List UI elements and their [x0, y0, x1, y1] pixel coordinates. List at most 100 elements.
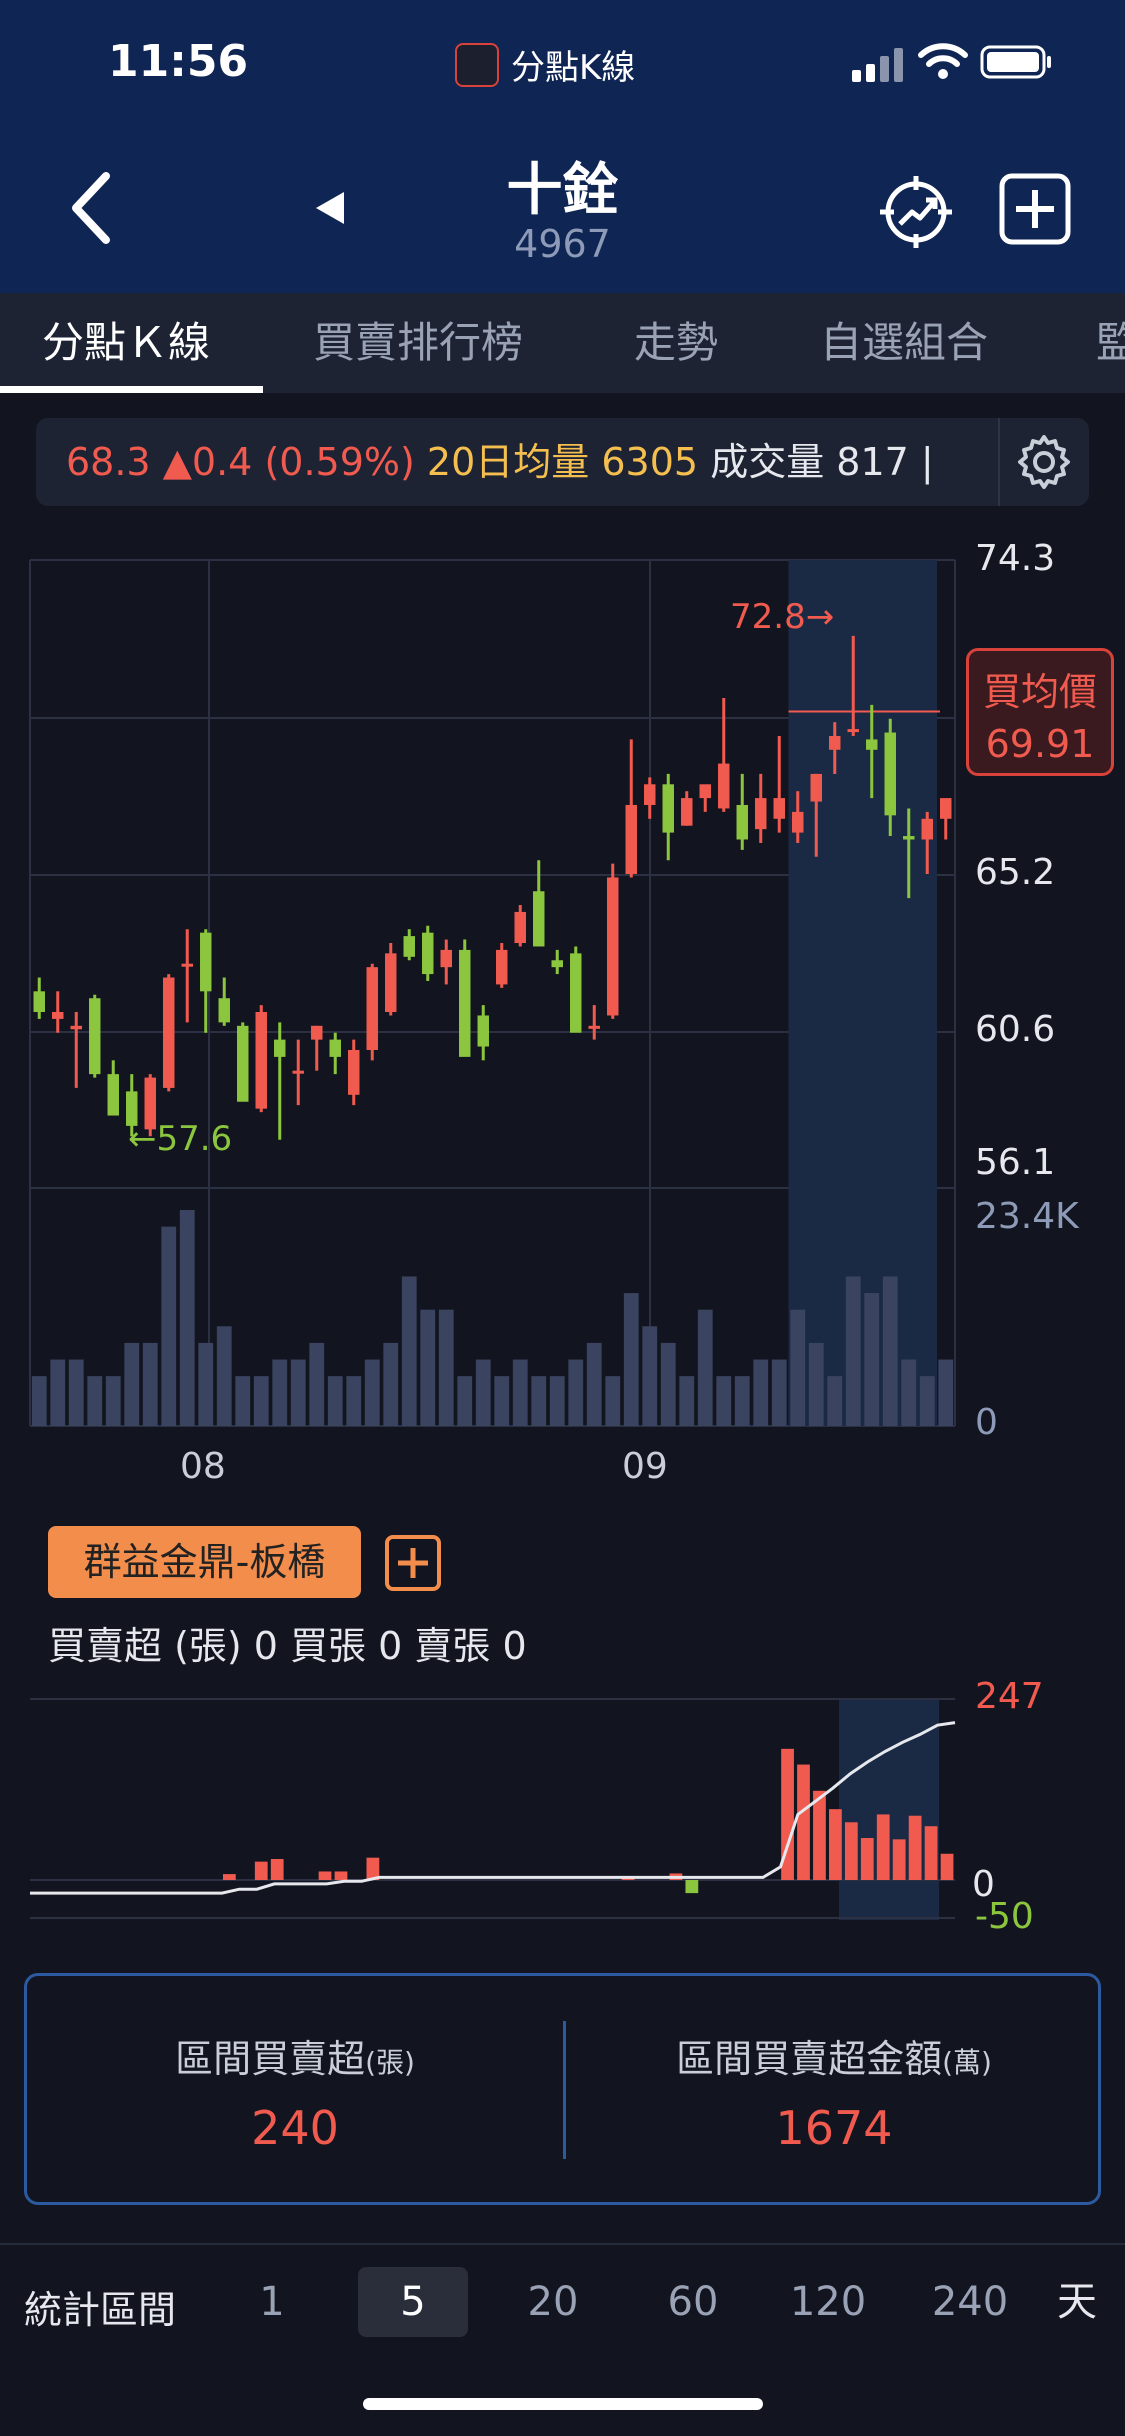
back-icon[interactable]: [64, 170, 120, 246]
avg-volume-value: 6305: [601, 440, 699, 484]
candle-body: [588, 1025, 600, 1029]
volume-tick-zero: 0: [975, 1402, 998, 1443]
add-to-watchlist-icon[interactable]: [998, 172, 1072, 246]
candle-body: [477, 1015, 489, 1047]
volume-bar: [124, 1342, 140, 1426]
volume-bar: [808, 1342, 824, 1426]
volume-bar: [179, 1210, 195, 1426]
candle-body: [718, 763, 730, 809]
broker-selector[interactable]: 群益金鼎-板橋: [48, 1526, 361, 1598]
volume-bar: [790, 1309, 806, 1426]
volume-bar: [475, 1359, 491, 1426]
candlestick-chart[interactable]: 74.3 65.2 60.6 56.1 23.4K 0 08 09 72.8→ …: [0, 540, 1125, 1520]
candle-body: [33, 991, 45, 1013]
candle-body: [385, 953, 397, 1013]
candle-body: [218, 998, 230, 1023]
period-option-240[interactable]: 240: [915, 2267, 1025, 2337]
net-bar: [924, 1826, 938, 1880]
volume-tick-max: 23.4K: [975, 1196, 1080, 1237]
volume-bar: [142, 1342, 158, 1426]
candle-body: [921, 818, 933, 840]
net-bar: [685, 1880, 699, 1894]
net-bar: [940, 1853, 954, 1880]
interval-amount-label: 區間買賣超金額(萬): [566, 2028, 1102, 2083]
volume-bar: [568, 1359, 584, 1426]
price-tick-mid-high: 65.2: [975, 852, 1055, 893]
candle-body: [292, 1070, 304, 1074]
volume-bar: [586, 1342, 602, 1426]
signal-icon: [852, 48, 903, 82]
candle-body: [274, 1039, 286, 1057]
candle-body: [329, 1039, 341, 1057]
gear-icon[interactable]: [1015, 433, 1073, 491]
volume-bar: [605, 1376, 621, 1426]
interval-summary-card: 區間買賣超(張) 240 區間買賣超金額(萬) 1674: [24, 1973, 1101, 2205]
volume-bar: [327, 1376, 343, 1426]
candle-body: [255, 1012, 267, 1109]
broker-net-chart[interactable]: 247 0 -50: [0, 1680, 1125, 1940]
add-broker-icon[interactable]: [384, 1534, 442, 1592]
net-bar: [876, 1814, 890, 1880]
volume-bar: [31, 1376, 47, 1426]
candle-body: [644, 784, 656, 805]
home-indicator: [363, 2398, 763, 2410]
volume-bar: [938, 1359, 954, 1426]
candle-body: [551, 960, 563, 968]
net-bar: [892, 1839, 906, 1880]
volume-bar: [642, 1326, 658, 1426]
avg-price-label: 買均價: [982, 670, 1097, 714]
quote-change: ▲0.4: [162, 440, 253, 484]
period-label: 統計區間: [24, 2288, 177, 2332]
interval-amount-unit: (萬): [942, 2046, 992, 2079]
volume-bar: [549, 1376, 565, 1426]
net-bar: [254, 1861, 268, 1880]
interval-net-unit: (張): [365, 2046, 415, 2079]
tab-branch-kline[interactable]: 分點Ｋ線: [42, 293, 210, 393]
volume-bar: [438, 1309, 454, 1426]
candle-body: [70, 1025, 82, 1030]
volume-bar: [216, 1326, 232, 1426]
candle-body: [440, 949, 452, 968]
candle-body: [903, 836, 915, 840]
candle-body: [829, 735, 841, 750]
candle-body: [107, 1074, 119, 1116]
volume-bar: [309, 1342, 325, 1426]
candle-body: [311, 1025, 323, 1040]
period-option-60[interactable]: 60: [638, 2267, 748, 2337]
volume-bar: [679, 1376, 695, 1426]
candle-body: [89, 998, 101, 1075]
candle-body: [847, 729, 859, 733]
tab-monitor[interactable]: 監: [1096, 293, 1125, 393]
crosshair-chart-icon[interactable]: [876, 172, 956, 252]
tab-ranking[interactable]: 買賣排行榜: [313, 293, 523, 393]
period-option-5[interactable]: 5: [358, 2267, 468, 2337]
volume-bar: [50, 1359, 66, 1426]
interval-amount-value: 1674: [775, 2101, 893, 2155]
x-tick-08: 08: [180, 1446, 226, 1487]
quote-separator: |: [920, 440, 934, 484]
status-app-name: 分點K線: [511, 48, 636, 88]
net-bar: [222, 1874, 236, 1880]
candle-body: [607, 877, 619, 1016]
price-tick-high: 74.3: [975, 540, 1055, 579]
candle-body: [52, 1012, 64, 1019]
volume-bar: [771, 1359, 787, 1426]
avg-price-value: 69.91: [985, 722, 1095, 766]
previous-stock-icon[interactable]: [312, 188, 348, 228]
volume-bar: [364, 1359, 380, 1426]
high-annotation: 72.8→: [730, 597, 834, 637]
candle-body: [792, 811, 804, 833]
volume-bar: [734, 1376, 750, 1426]
volume-bar: [198, 1342, 214, 1426]
quote-strip: 68.3 ▲0.4 (0.59%) 20日均量 6305 成交量 817 |: [36, 418, 1089, 506]
period-option-20[interactable]: 20: [498, 2267, 608, 2337]
tab-watchlist[interactable]: 自選組合: [820, 293, 988, 393]
period-option-120[interactable]: 120: [773, 2267, 883, 2337]
volume-bar: [901, 1359, 917, 1426]
period-option-1[interactable]: 1: [217, 2267, 327, 2337]
interval-net-value: 240: [251, 2101, 339, 2155]
candle-body: [403, 936, 415, 957]
net-bar: [813, 1790, 826, 1880]
volume-bar: [235, 1376, 251, 1426]
tab-trend[interactable]: 走勢: [634, 293, 718, 393]
